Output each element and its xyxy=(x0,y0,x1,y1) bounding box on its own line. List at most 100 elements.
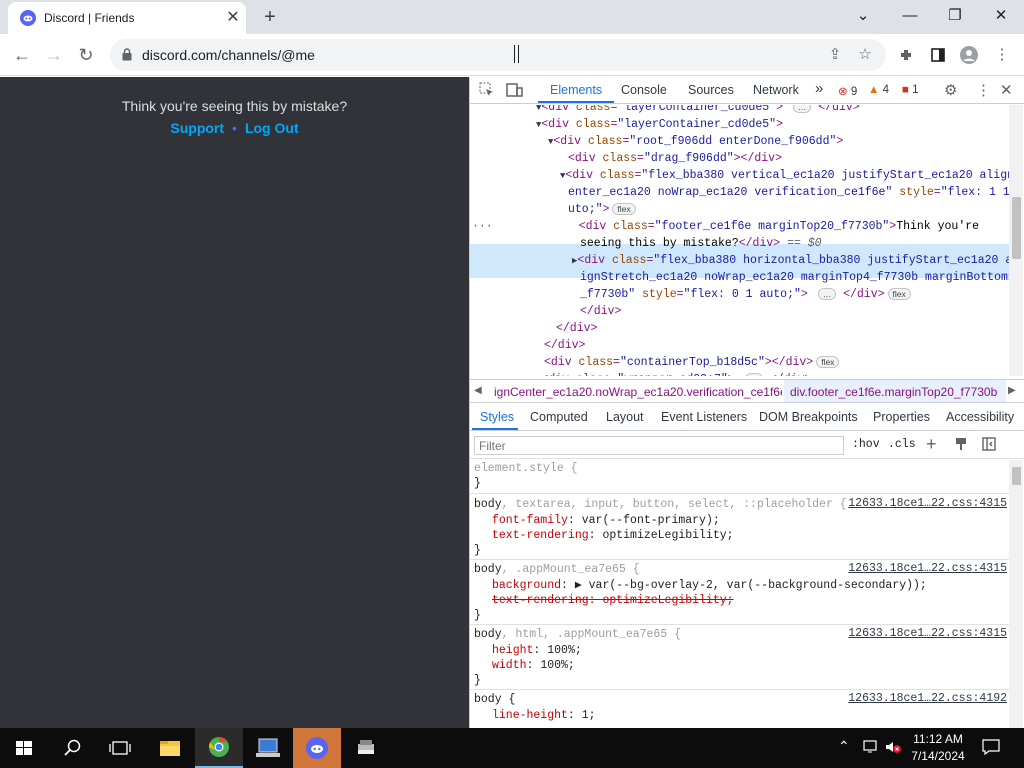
chrome-taskbar-icon[interactable] xyxy=(195,728,243,768)
tab-computed[interactable]: Computed xyxy=(530,410,588,424)
dom-line[interactable]: ▶<div class="flex_bba380 horizontal_bba3… xyxy=(470,252,1019,269)
file-explorer-icon[interactable] xyxy=(146,728,194,768)
tab-search-chevron-icon[interactable]: ⌄ xyxy=(848,4,878,28)
address-bar[interactable]: discord.com/channels/@me ⇪ ☆ xyxy=(110,39,886,71)
rule-selector[interactable]: body { xyxy=(474,692,515,707)
discord-taskbar-icon[interactable] xyxy=(293,728,341,768)
clock-time[interactable]: 11:12 AM xyxy=(900,732,976,746)
search-icon[interactable] xyxy=(48,728,96,768)
error-badge[interactable]: ⊗ 9 xyxy=(838,84,857,98)
breadcrumb-right-arrow-icon[interactable]: ▶ xyxy=(1008,385,1016,396)
rule-source-link[interactable]: 12633.18ce1…22.css:4192 xyxy=(848,692,1007,705)
tab-event-listeners[interactable]: Event Listeners xyxy=(661,410,747,424)
server-manager-icon[interactable] xyxy=(342,728,390,768)
tab-strip: Discord | Friends ✕ + ⌄ — ❐ ✕ xyxy=(0,0,1024,34)
tab-properties[interactable]: Properties xyxy=(873,410,930,424)
share-icon[interactable]: ⇪ xyxy=(822,42,848,68)
paint-brush-icon[interactable] xyxy=(954,437,968,451)
css-declaration-overridden[interactable]: text-rendering: optimizeLegibility; xyxy=(492,593,734,608)
breadcrumb-left-arrow-icon[interactable]: ◀ xyxy=(474,385,482,396)
discord-favicon-icon xyxy=(20,10,36,26)
toggle-sidebar-icon[interactable] xyxy=(982,437,996,451)
dom-line[interactable]: <div class="containerTop_b18d5c"></div> f… xyxy=(470,354,1015,371)
back-arrow-icon[interactable]: ← xyxy=(8,41,36,69)
new-style-rule-icon[interactable]: + xyxy=(926,434,937,455)
tab-elements[interactable]: Elements xyxy=(550,83,602,97)
side-panel-icon[interactable] xyxy=(925,42,951,68)
rule-selector[interactable]: body, .appMount_ea7e65 { xyxy=(474,562,640,577)
dom-line-selected[interactable]: ··· <div class="footer_ce1f6e marginTop20… xyxy=(470,218,1015,235)
close-window-button[interactable]: ✕ xyxy=(986,4,1016,28)
close-tab-icon[interactable]: ✕ xyxy=(224,9,242,27)
css-declaration[interactable]: text-rendering: optimizeLegibility; xyxy=(492,528,734,543)
css-declaration[interactable]: height: 100%; xyxy=(492,643,582,658)
dom-line[interactable]: </div> xyxy=(470,303,1015,320)
rule-selector[interactable]: body, html, .appMount_ea7e65 { xyxy=(474,627,681,642)
new-tab-button[interactable]: + xyxy=(258,6,282,30)
dom-line[interactable]: ▶<div class="wrapper_cd22e7"> … </div> xyxy=(470,371,1015,376)
rule-source-link[interactable]: 12633.18ce1…22.css:4315 xyxy=(848,497,1007,510)
device-toolbar-icon[interactable] xyxy=(506,82,524,98)
tab-accessibility[interactable]: Accessibility xyxy=(946,410,1014,424)
dom-line[interactable]: ▼<div class="flex_bba380 vertical_ec1a20… xyxy=(470,167,1021,184)
rule-source-link[interactable]: 12633.18ce1…22.css:4315 xyxy=(848,562,1007,575)
dom-line[interactable]: </div> xyxy=(470,320,1015,337)
dom-line[interactable]: </div> xyxy=(470,337,1015,354)
network-icon[interactable] xyxy=(862,739,880,755)
restore-button[interactable]: ❐ xyxy=(940,4,970,28)
styles-filter-input[interactable] xyxy=(474,436,844,455)
dom-line: enter_ec1a20 noWrap_ec1a20 verification_… xyxy=(568,186,1024,199)
tab-sources[interactable]: Sources xyxy=(688,83,734,97)
styles-scrollbar-thumb[interactable] xyxy=(1012,467,1021,485)
minimize-button[interactable]: — xyxy=(895,4,925,28)
breadcrumb-item-selected[interactable]: div.footer_ce1f6e.marginTop20_f7730b xyxy=(790,385,997,399)
support-link[interactable]: Support xyxy=(170,120,224,136)
active-tab-indicator xyxy=(538,101,614,103)
clock-date[interactable]: 7/14/2024 xyxy=(900,749,976,763)
css-declaration[interactable]: background: ▶ var(--bg-overlay-2, var(--… xyxy=(492,578,927,593)
tab-network[interactable]: Network xyxy=(753,83,799,97)
task-view-icon[interactable] xyxy=(96,728,144,768)
windows-start-icon[interactable] xyxy=(0,728,48,768)
dom-line[interactable]: ▼<div class="layerContainer_cd0de5"> … <… xyxy=(470,105,1015,116)
extensions-icon[interactable] xyxy=(893,42,919,68)
remote-desktop-icon[interactable] xyxy=(244,728,292,768)
dom-line[interactable]: ▼<div class="root_f906dd enterDone_f906d… xyxy=(470,133,1015,150)
active-styles-tab-indicator xyxy=(472,428,518,430)
browser-toolbar: ← → ↻ discord.com/channels/@me ⇪ ☆ ⋮ xyxy=(0,34,1024,76)
breadcrumb-item[interactable]: ignCenter_ec1a20.noWrap_ec1a20.verificat… xyxy=(494,385,782,399)
logout-link[interactable]: Log Out xyxy=(245,120,299,136)
profile-avatar-icon[interactable] xyxy=(956,42,982,68)
tab-dom-breakpoints[interactable]: DOM Breakpoints xyxy=(759,410,858,424)
warning-badge[interactable]: ▲ 4 xyxy=(868,84,889,96)
cls-toggle[interactable]: .cls xyxy=(888,438,916,451)
elements-scrollbar-thumb[interactable] xyxy=(1012,197,1021,259)
more-tabs-icon[interactable]: » xyxy=(815,80,823,97)
notification-icon[interactable] xyxy=(982,739,1000,756)
forward-arrow-icon[interactable]: → xyxy=(40,41,68,69)
tab-console[interactable]: Console xyxy=(621,83,667,97)
rule-source-link[interactable]: 12633.18ce1…22.css:4315 xyxy=(848,627,1007,640)
tab-layout[interactable]: Layout xyxy=(606,410,644,424)
styles-tabbar: Styles Computed Layout Event Listeners D… xyxy=(470,403,1024,431)
element-style-rule[interactable]: element.style { xyxy=(474,461,578,476)
hov-toggle[interactable]: :hov xyxy=(852,438,880,451)
tray-chevron-up-icon[interactable]: ⌃ xyxy=(838,738,850,755)
inspect-element-icon[interactable] xyxy=(479,82,495,98)
browser-menu-icon[interactable]: ⋮ xyxy=(989,42,1015,68)
settings-gear-icon[interactable]: ⚙ xyxy=(944,81,957,99)
dom-line[interactable]: ▼<div class="layerContainer_cd0de5"> xyxy=(470,116,1015,133)
css-declaration[interactable]: font-family: var(--font-primary); xyxy=(492,513,720,528)
browser-tab[interactable]: Discord | Friends ✕ xyxy=(8,2,246,34)
bookmark-star-icon[interactable]: ☆ xyxy=(852,42,878,68)
styles-scrollbar[interactable] xyxy=(1009,460,1023,728)
css-declaration[interactable]: width: 100%; xyxy=(492,658,575,673)
issues-badge[interactable]: ■ 1 xyxy=(902,84,919,96)
tab-styles[interactable]: Styles xyxy=(480,410,514,424)
rule-selector[interactable]: body, textarea, input, button, select, :… xyxy=(474,497,847,512)
dom-line[interactable]: <div class="drag_f906dd"></div> xyxy=(470,150,1015,167)
reload-icon[interactable]: ↻ xyxy=(72,41,100,69)
css-declaration[interactable]: line-height: 1; xyxy=(492,708,596,723)
close-devtools-icon[interactable]: ✕ xyxy=(1000,81,1013,99)
devtools-menu-icon[interactable]: ⋮ xyxy=(976,81,991,99)
